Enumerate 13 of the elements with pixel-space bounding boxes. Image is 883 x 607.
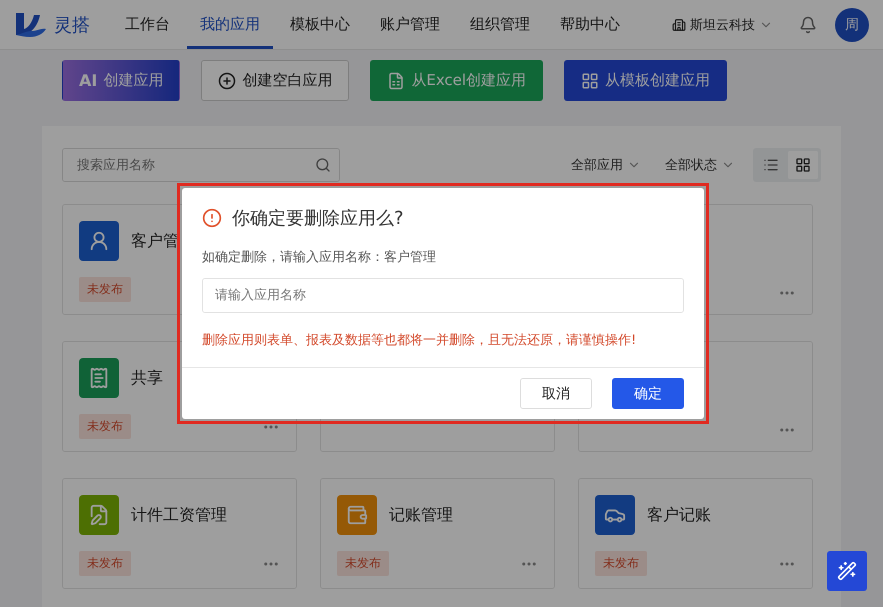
status-tag: 未发布 bbox=[79, 414, 131, 439]
status-tag: 未发布 bbox=[337, 551, 389, 576]
app-title: 客户记账 bbox=[647, 504, 711, 526]
app-title: 计件工资管理 bbox=[131, 504, 227, 526]
status-tag: 未发布 bbox=[595, 551, 647, 576]
app-title: 记账管理 bbox=[389, 504, 453, 526]
warning-text: 删除应用则表单、报表及数据等也都将一并删除，且无法还原，请谨慎操作! bbox=[202, 332, 638, 349]
dialog-prompt: 如确定删除，请输入应用名称：客户管理 bbox=[202, 249, 437, 266]
app-name: 灵搭 bbox=[54, 14, 90, 36]
dialog-title: 你确定要删除应用么? bbox=[232, 207, 404, 230]
status-tag: 未发布 bbox=[79, 277, 131, 302]
app-title: 共享 bbox=[131, 368, 163, 388]
status-tag: 未发布 bbox=[79, 551, 131, 576]
